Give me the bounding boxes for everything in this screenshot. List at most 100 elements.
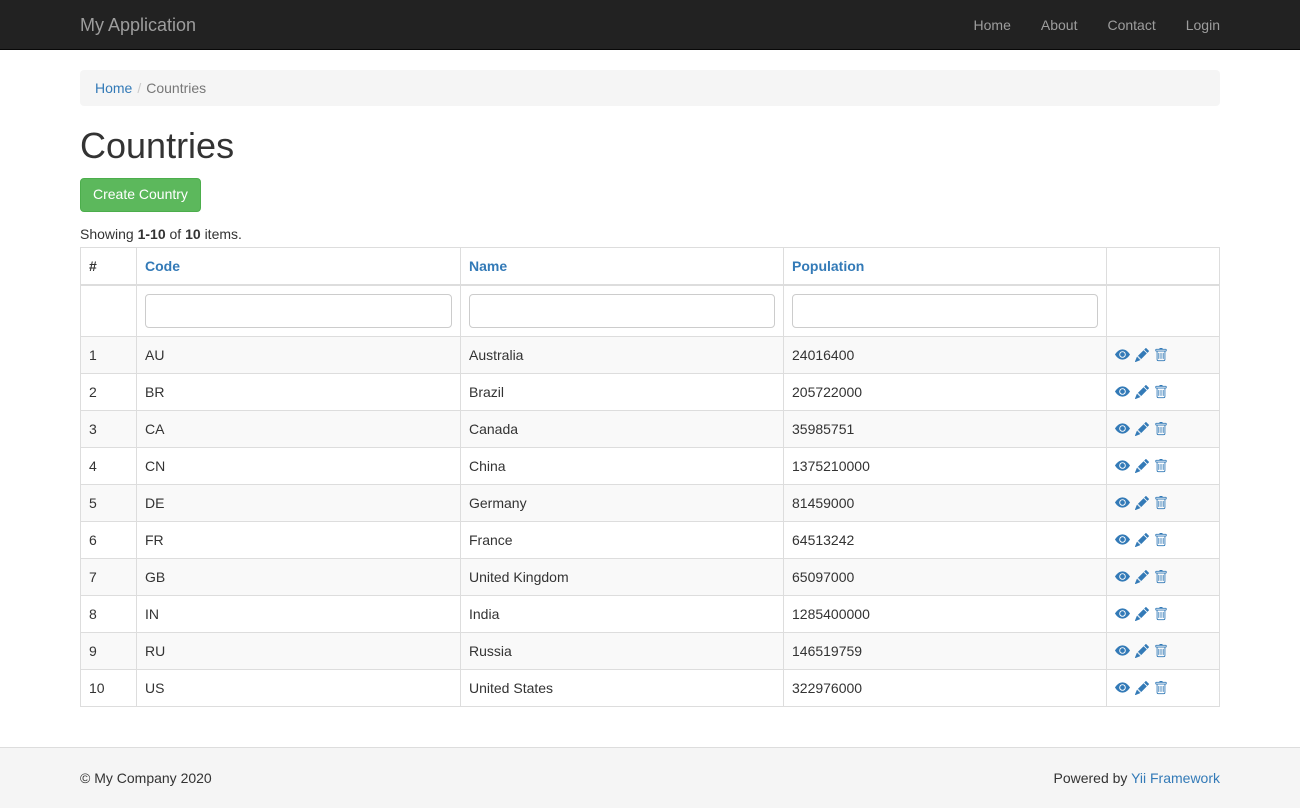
view-button[interactable] xyxy=(1115,641,1130,661)
trash-icon xyxy=(1154,348,1168,362)
pencil-icon xyxy=(1135,533,1149,547)
row-index-cell: 6 xyxy=(81,521,137,558)
countries-grid: # Code Name Population 1AUAustralia24016… xyxy=(80,247,1220,707)
eye-icon xyxy=(1115,569,1130,584)
update-button[interactable] xyxy=(1135,419,1149,439)
delete-button[interactable] xyxy=(1154,530,1168,550)
view-button[interactable] xyxy=(1115,678,1130,698)
delete-button[interactable] xyxy=(1154,641,1168,661)
yii-framework-link[interactable]: Yii Framework xyxy=(1131,770,1220,786)
delete-button[interactable] xyxy=(1154,419,1168,439)
summary-range: 1-10 xyxy=(138,226,166,242)
update-button[interactable] xyxy=(1135,493,1149,513)
code-cell: CA xyxy=(137,410,461,447)
row-index-cell: 3 xyxy=(81,410,137,447)
code-cell: GB xyxy=(137,558,461,595)
table-row: 5DEGermany81459000 xyxy=(81,484,1220,521)
delete-button[interactable] xyxy=(1154,604,1168,624)
population-cell: 64513242 xyxy=(784,521,1107,558)
summary-prefix: Showing xyxy=(80,226,134,242)
delete-button[interactable] xyxy=(1154,493,1168,513)
column-header-index: # xyxy=(81,247,137,285)
actions-cell xyxy=(1107,447,1220,484)
filter-cell-code xyxy=(137,285,461,337)
table-row: 1AUAustralia24016400 xyxy=(81,336,1220,373)
delete-button[interactable] xyxy=(1154,382,1168,402)
view-button[interactable] xyxy=(1115,530,1130,550)
nav-link-about[interactable]: About xyxy=(1026,0,1093,50)
pencil-icon xyxy=(1135,681,1149,695)
view-button[interactable] xyxy=(1115,493,1130,513)
column-header-code: Code xyxy=(137,247,461,285)
name-filter-input[interactable] xyxy=(469,294,775,328)
nav-link-contact[interactable]: Contact xyxy=(1092,0,1170,50)
update-button[interactable] xyxy=(1135,382,1149,402)
update-button[interactable] xyxy=(1135,456,1149,476)
trash-icon xyxy=(1154,570,1168,584)
population-cell: 322976000 xyxy=(784,669,1107,706)
sort-link-name[interactable]: Name xyxy=(469,258,507,274)
actions-cell xyxy=(1107,669,1220,706)
delete-button[interactable] xyxy=(1154,567,1168,587)
name-cell: Brazil xyxy=(461,373,784,410)
main-content: Home/Countries Countries Create Country … xyxy=(65,70,1235,707)
table-row: 2BRBrazil205722000 xyxy=(81,373,1220,410)
code-filter-input[interactable] xyxy=(145,294,452,328)
view-button[interactable] xyxy=(1115,382,1130,402)
delete-button[interactable] xyxy=(1154,456,1168,476)
delete-button[interactable] xyxy=(1154,678,1168,698)
population-cell: 1285400000 xyxy=(784,595,1107,632)
breadcrumb-home-link[interactable]: Home xyxy=(95,80,132,96)
breadcrumb-separator: / xyxy=(132,80,146,96)
update-button[interactable] xyxy=(1135,678,1149,698)
view-button[interactable] xyxy=(1115,345,1130,365)
eye-icon xyxy=(1115,347,1130,362)
actions-cell xyxy=(1107,521,1220,558)
view-button[interactable] xyxy=(1115,567,1130,587)
pencil-icon xyxy=(1135,422,1149,436)
actions-cell xyxy=(1107,336,1220,373)
code-cell: IN xyxy=(137,595,461,632)
population-cell: 81459000 xyxy=(784,484,1107,521)
delete-button[interactable] xyxy=(1154,345,1168,365)
update-button[interactable] xyxy=(1135,345,1149,365)
filter-cell-population xyxy=(784,285,1107,337)
eye-icon xyxy=(1115,458,1130,473)
nav-link-home[interactable]: Home xyxy=(959,0,1026,50)
sort-link-code[interactable]: Code xyxy=(145,258,180,274)
table-row: 3CACanada35985751 xyxy=(81,410,1220,447)
view-button[interactable] xyxy=(1115,604,1130,624)
navbar-brand[interactable]: My Application xyxy=(80,15,196,35)
filter-cell-name xyxy=(461,285,784,337)
nav-link-login[interactable]: Login xyxy=(1171,0,1220,50)
row-index-cell: 4 xyxy=(81,447,137,484)
update-button[interactable] xyxy=(1135,604,1149,624)
code-cell: FR xyxy=(137,521,461,558)
create-country-button[interactable]: Create Country xyxy=(80,178,201,212)
eye-icon xyxy=(1115,643,1130,658)
page-title: Countries xyxy=(80,126,1220,166)
column-header-population: Population xyxy=(784,247,1107,285)
trash-icon xyxy=(1154,533,1168,547)
name-cell: Canada xyxy=(461,410,784,447)
name-cell: Russia xyxy=(461,632,784,669)
population-cell: 35985751 xyxy=(784,410,1107,447)
eye-icon xyxy=(1115,532,1130,547)
nav-item-about: About xyxy=(1026,0,1093,50)
summary-total: 10 xyxy=(185,226,201,242)
population-filter-input[interactable] xyxy=(792,294,1098,328)
nav-item-login: Login xyxy=(1171,0,1220,50)
footer: © My Company 2020 Powered by Yii Framewo… xyxy=(0,747,1300,808)
eye-icon xyxy=(1115,606,1130,621)
filter-cell-actions xyxy=(1107,285,1220,337)
name-cell: China xyxy=(461,447,784,484)
pencil-icon xyxy=(1135,607,1149,621)
sort-link-population[interactable]: Population xyxy=(792,258,864,274)
row-index-cell: 10 xyxy=(81,669,137,706)
view-button[interactable] xyxy=(1115,456,1130,476)
view-button[interactable] xyxy=(1115,419,1130,439)
update-button[interactable] xyxy=(1135,567,1149,587)
update-button[interactable] xyxy=(1135,641,1149,661)
update-button[interactable] xyxy=(1135,530,1149,550)
population-cell: 65097000 xyxy=(784,558,1107,595)
